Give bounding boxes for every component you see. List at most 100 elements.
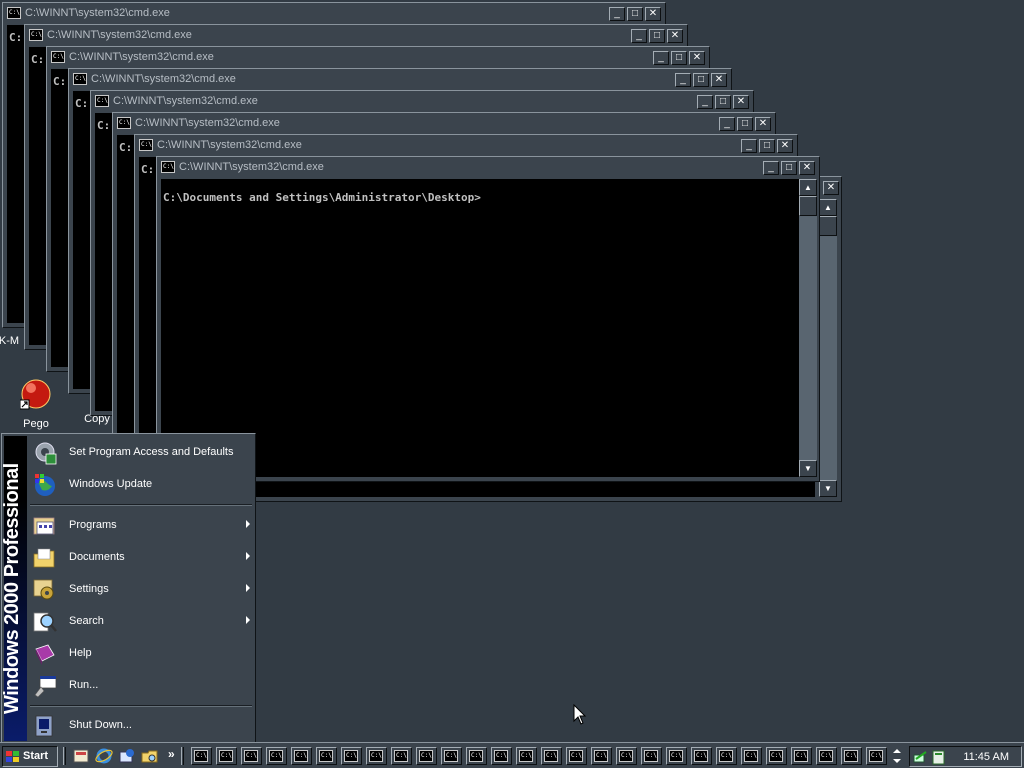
taskbar-window-button[interactable]: C:\ (666, 747, 687, 765)
desktop-icon-pego[interactable]: Pego (1, 378, 71, 430)
taskbar-window-button[interactable]: C:\ (841, 747, 862, 765)
taskbar-window-button[interactable]: C:\ (566, 747, 587, 765)
minimize-button[interactable]: _ (741, 139, 757, 153)
close-button[interactable]: ✕ (823, 181, 839, 195)
menu-item-windows-update[interactable]: Windows Update (28, 470, 254, 500)
taskbar-window-button[interactable]: C:\ (541, 747, 562, 765)
taskbar-window-button[interactable]: C:\ (466, 747, 487, 765)
maximize-button[interactable]: □ (649, 29, 665, 43)
taskbar-window-button[interactable]: C:\ (641, 747, 662, 765)
title-bar[interactable]: C:\ C:\WINNT\system32\cmd.exe _ □ ✕ (115, 115, 773, 133)
menu-item-documents[interactable]: Documents (28, 543, 254, 573)
run-icon (34, 675, 57, 698)
taskbar-window-button[interactable]: C:\ (516, 747, 537, 765)
scroll-up-arrow[interactable]: ▲ (799, 179, 817, 196)
close-button[interactable]: ✕ (667, 29, 683, 43)
cmd-icon: C:\ (117, 117, 131, 129)
title-bar[interactable]: C:\ C:\WINNT\system32\cmd.exe _ □ ✕ (5, 5, 663, 23)
maximize-button[interactable]: □ (759, 139, 775, 153)
title-bar[interactable]: C:\ C:\WINNT\system32\cmd.exe _ □ ✕ (137, 137, 795, 155)
menu-item-search[interactable]: Search (28, 607, 254, 637)
maximize-button[interactable]: □ (693, 73, 709, 87)
taskbar-window-button[interactable]: C:\ (816, 747, 837, 765)
close-button[interactable]: ✕ (645, 7, 661, 21)
minimize-button[interactable]: _ (653, 51, 669, 65)
minimize-button[interactable]: _ (609, 7, 625, 21)
minimize-button[interactable]: _ (763, 161, 779, 175)
close-button[interactable]: ✕ (799, 161, 815, 175)
taskbar-window-button[interactable]: C:\ (366, 747, 387, 765)
menu-item-run[interactable]: Run... (28, 671, 254, 701)
title-bar[interactable]: C:\ C:\WINNT\system32\cmd.exe _ □ ✕ (159, 159, 817, 177)
minimize-button[interactable]: _ (719, 117, 735, 131)
menu-item-settings[interactable]: Settings (28, 575, 254, 605)
menu-item-shut-down[interactable]: Shut Down... (28, 711, 254, 741)
taskbar-window-button[interactable]: C:\ (416, 747, 437, 765)
minimize-button[interactable]: _ (631, 29, 647, 43)
taskbar-window-button[interactable]: C:\ (266, 747, 287, 765)
maximize-button[interactable]: □ (715, 95, 731, 109)
taskbar-window-button[interactable]: C:\ (616, 747, 637, 765)
outlook-express-icon[interactable] (118, 747, 136, 765)
submenu-arrow-icon (246, 616, 250, 624)
maximize-button[interactable]: □ (737, 117, 753, 131)
taskbar-window-button[interactable]: C:\ (766, 747, 787, 765)
quicklaunch-more-button[interactable]: » (168, 747, 175, 761)
maximize-button[interactable]: □ (781, 161, 797, 175)
taskbar-window-button[interactable]: C:\ (391, 747, 412, 765)
taskbar-window-button[interactable]: C:\ (741, 747, 762, 765)
taskbar-window-button[interactable]: C:\ (316, 747, 337, 765)
taskbar-window-button[interactable]: C:\ (591, 747, 612, 765)
internet-explorer-icon[interactable] (95, 747, 113, 765)
start-button[interactable]: Start (2, 746, 58, 767)
menu-item-programs[interactable]: Programs (28, 511, 254, 541)
title-bar[interactable]: C:\ C:\WINNT\system32\cmd.exe _ □ ✕ (71, 71, 729, 89)
maximize-button[interactable]: □ (671, 51, 687, 65)
maximize-button[interactable]: □ (627, 7, 643, 21)
minimize-button[interactable]: _ (697, 95, 713, 109)
taskbar-window-button[interactable]: C:\ (716, 747, 737, 765)
cmd-icon: C:\ (7, 7, 21, 19)
taskbar-window-button[interactable]: C:\ (491, 747, 512, 765)
vertical-scrollbar[interactable]: ▲ ▼ (799, 179, 817, 477)
taskbar-window-button[interactable]: C:\ (341, 747, 362, 765)
menu-item-set-program-access[interactable]: Set Program Access and Defaults (28, 438, 254, 468)
taskbar-window-button[interactable]: C:\ (216, 747, 237, 765)
start-menu[interactable]: Windows 2000 Professional Set Program Ac… (1, 433, 256, 744)
scroll-up-arrow[interactable]: ▲ (819, 199, 837, 216)
explorer-icon[interactable] (141, 747, 159, 765)
close-button[interactable]: ✕ (733, 95, 749, 109)
scroll-down-arrow[interactable]: ▼ (799, 460, 817, 477)
scroll-down-arrow[interactable]: ▼ (819, 480, 837, 497)
close-button[interactable]: ✕ (711, 73, 727, 87)
menu-item-help[interactable]: Help (28, 639, 254, 669)
clock[interactable]: 11:45 AM (963, 751, 1009, 763)
tray-printer-icon[interactable] (931, 749, 947, 765)
close-button[interactable]: ✕ (777, 139, 793, 153)
minimize-button[interactable]: _ (675, 73, 691, 87)
taskbar-window-button[interactable]: C:\ (241, 747, 262, 765)
console-text: C: (9, 31, 23, 44)
taskbar-window-button[interactable]: C:\ (791, 747, 812, 765)
cmd-icon: C:\ (544, 750, 558, 762)
taskbar-window-button[interactable]: C:\ (866, 747, 887, 765)
close-button[interactable]: ✕ (755, 117, 771, 131)
taskbar-scroll-icon[interactable] (891, 746, 903, 766)
taskbar-grip[interactable] (181, 747, 184, 765)
taskbar-window-button[interactable]: C:\ (191, 747, 212, 765)
close-button[interactable]: ✕ (689, 51, 705, 65)
title-bar[interactable]: C:\ C:\WINNT\system32\cmd.exe _ □ ✕ (49, 49, 707, 67)
scroll-thumb[interactable] (819, 216, 837, 236)
title-bar[interactable]: C:\ C:\WINNT\system32\cmd.exe _ □ ✕ (93, 93, 751, 111)
taskbar-window-button[interactable]: C:\ (441, 747, 462, 765)
console-area[interactable]: C:\Documents and Settings\Administrator\… (161, 179, 799, 477)
taskbar-window-button[interactable]: C:\ (291, 747, 312, 765)
taskbar-window-button[interactable]: C:\ (691, 747, 712, 765)
scroll-thumb[interactable] (799, 196, 817, 216)
tray-network-icon[interactable] (913, 749, 929, 765)
title-bar[interactable]: C:\ C:\WINNT\system32\cmd.exe _ □ ✕ (27, 27, 685, 45)
show-desktop-icon[interactable] (72, 747, 90, 765)
window-title: C:\WINNT\system32\cmd.exe (69, 51, 214, 63)
vertical-scrollbar[interactable]: ▲ ▼ (819, 199, 837, 497)
quicklaunch-grip[interactable] (63, 747, 66, 765)
